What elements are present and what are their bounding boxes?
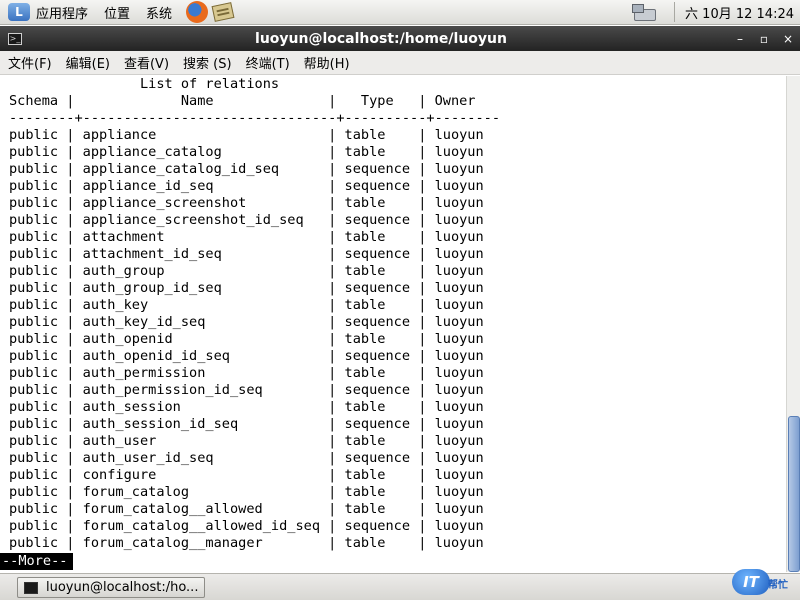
taskbar-terminal-button[interactable]: luoyun@localhost:/ho... [17,577,205,598]
menu-search[interactable]: 搜索 (S) [183,53,232,72]
terminal-line: public | auth_key_id_seq | sequence | lu… [9,314,484,330]
terminal-menubar: 文件(F) 编辑(E) 查看(V) 搜索 (S) 终端(T) 帮助(H) [0,51,800,75]
terminal-line: public | appliance_catalog_id_seq | sequ… [9,161,484,177]
terminal-line: Schema | Name | Type | Owner [9,93,476,109]
terminal-line: public | appliance_catalog | table | luo… [9,144,484,160]
minimize-button[interactable]: – [728,32,752,46]
menu-places[interactable]: 位置 [104,3,130,22]
terminal-icon [24,581,38,594]
watermark-text: 帮忙 [768,580,788,591]
menu-edit[interactable]: 编辑(E) [66,53,110,72]
terminal-line: public | auth_key | table | luoyun [9,297,484,313]
watermark-logo: IT 帮忙 [732,569,798,597]
terminal-line: public | auth_permission_id_seq | sequen… [9,382,484,398]
firefox-launcher[interactable] [186,1,209,23]
firefox-icon [186,1,209,23]
terminal-line: public | forum_catalog__allowed_id_seq |… [9,518,484,534]
terminal-line: public | attachment | table | luoyun [9,229,484,245]
terminal-line: --------+-------------------------------… [9,110,501,126]
terminal-line: public | configure | table | luoyun [9,467,484,483]
window-titlebar[interactable]: >_ luoyun@localhost:/home/luoyun – ▫ × [0,26,800,51]
network-status-icon[interactable] [632,4,657,21]
terminal-line: public | auth_session | table | luoyun [9,399,484,415]
scrollbar-thumb[interactable] [788,416,800,572]
terminal-text: List of relations Schema | Name | Type | … [9,76,500,552]
notes-launcher[interactable] [211,1,235,23]
menu-applications[interactable]: 应用程序 [36,3,88,22]
menu-system[interactable]: 系统 [146,3,172,22]
terminal-line: public | appliance_screenshot | table | … [9,195,484,211]
taskbar-terminal-label: luoyun@localhost:/ho... [46,580,199,595]
menu-view[interactable]: 查看(V) [124,53,169,72]
panel-separator [674,2,676,22]
terminal-line: public | forum_catalog__allowed | table … [9,501,484,517]
terminal-line: public | appliance_screenshot_id_seq | s… [9,212,484,228]
terminal-line: public | auth_openid | table | luoyun [9,331,484,347]
menu-file[interactable]: 文件(F) [8,53,52,72]
terminal-line: public | forum_catalog__manager | table … [9,535,484,551]
terminal-line: public | auth_openid_id_seq | sequence |… [9,348,484,364]
terminal-line: List of relations [9,76,280,92]
watermark-badge: IT [732,569,770,595]
clock[interactable]: 六 10月 12 14:24 [685,3,794,22]
terminal-line: public | auth_group_id_seq | sequence | … [9,280,484,296]
terminal-line: public | auth_permission | table | luoyu… [9,365,484,381]
applications-logo-icon[interactable]: L [8,3,30,21]
terminal-output[interactable]: List of relations Schema | Name | Type | … [0,76,786,572]
terminal-line: public | forum_catalog | table | luoyun [9,484,484,500]
terminal-line: public | auth_user_id_seq | sequence | l… [9,450,484,466]
top-panel: L 应用程序 位置 系统 六 10月 12 14:24 [0,0,800,25]
terminal-line: public | appliance_id_seq | sequence | l… [9,178,484,194]
terminal-line: public | auth_user | table | luoyun [9,433,484,449]
bottom-panel: luoyun@localhost:/ho... [0,573,800,600]
close-button[interactable]: × [776,32,800,46]
terminal-window-icon[interactable]: >_ [8,32,22,45]
window-title: luoyun@localhost:/home/luoyun [255,30,507,47]
menu-help[interactable]: 帮助(H) [304,53,350,72]
terminal-line: public | auth_session_id_seq | sequence … [9,416,484,432]
terminal-line: public | attachment_id_seq | sequence | … [9,246,484,262]
notes-icon [211,2,235,22]
pager-more-prompt: --More-- [0,553,73,570]
maximize-button[interactable]: ▫ [752,32,776,46]
terminal-scrollbar[interactable] [786,76,800,572]
terminal-line: public | auth_group | table | luoyun [9,263,484,279]
menu-terminal[interactable]: 终端(T) [246,53,290,72]
terminal-line: public | appliance | table | luoyun [9,127,484,143]
